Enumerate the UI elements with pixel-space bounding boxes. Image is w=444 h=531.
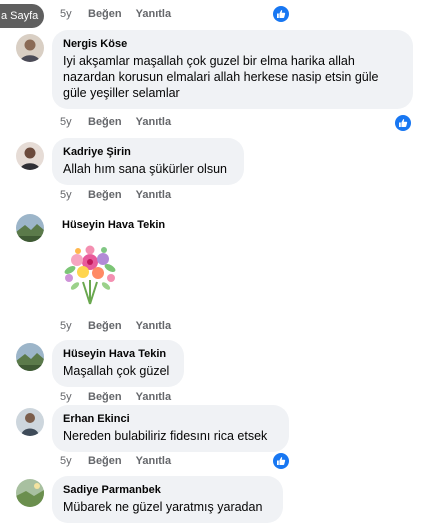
comment-age[interactable]: 5y xyxy=(60,320,88,332)
like-link[interactable]: Beğen xyxy=(88,320,122,332)
like-link[interactable]: Beğen xyxy=(88,116,122,128)
like-link[interactable]: Beğen xyxy=(88,391,122,403)
comment-text: Iyi akşamlar maşallah çok guzel bir elma… xyxy=(63,54,379,100)
reply-link[interactable]: Yanıtla xyxy=(136,189,171,201)
comment-author[interactable]: Nergis Köse xyxy=(63,37,402,51)
comment-author[interactable]: Hüseyin Hava Tekin xyxy=(62,219,165,231)
comment-bubble: Kadriye Şirin Allah hım sana şükürler ol… xyxy=(52,138,244,185)
comment-age[interactable]: 5y xyxy=(60,8,88,20)
thumbs-up-icon xyxy=(399,119,408,127)
comment-author[interactable]: Erhan Ekinci xyxy=(63,412,278,426)
like-link[interactable]: Beğen xyxy=(88,189,122,201)
avatar[interactable] xyxy=(16,214,44,242)
comment-author[interactable]: Hüseyin Hava Tekin xyxy=(63,347,173,361)
comment-author[interactable]: Sadiye Parmanbek xyxy=(63,483,272,497)
flower-bouquet-sticker xyxy=(50,242,130,306)
comment-text: Nereden bulabiliriz fidesını rica etsek xyxy=(63,429,268,443)
comment-actions: 5y Beğen Yanıtla xyxy=(60,389,185,405)
avatar[interactable] xyxy=(16,343,44,371)
comment-bubble: Sadiye Parmanbek Mübarek ne güzel yaratm… xyxy=(52,476,283,523)
reply-link[interactable]: Yanıtla xyxy=(136,455,171,467)
comment-actions: 5y Beğen Yanıtla xyxy=(60,453,185,469)
page-label-text: a Sayfa xyxy=(1,10,39,22)
reply-link[interactable]: Yanıtla xyxy=(136,391,171,403)
comment-age[interactable]: 5y xyxy=(60,391,88,403)
avatar[interactable] xyxy=(16,408,44,436)
avatar[interactable] xyxy=(16,34,44,62)
like-reaction-badge[interactable] xyxy=(395,115,411,131)
comment-age[interactable]: 5y xyxy=(60,455,88,467)
reply-link[interactable]: Yanıtla xyxy=(136,320,171,332)
comment-actions: 5y Beğen Yanıtla xyxy=(60,6,185,22)
like-link[interactable]: Beğen xyxy=(88,455,122,467)
reply-link[interactable]: Yanıtla xyxy=(136,116,171,128)
like-link[interactable]: Beğen xyxy=(88,8,122,20)
page-label-pill[interactable]: a Sayfa xyxy=(0,4,44,28)
thumbs-up-icon xyxy=(277,10,286,18)
comment-actions: 5y Beğen Yanıtla xyxy=(60,187,185,203)
comment-actions: 5y Beğen Yanıtla xyxy=(60,114,185,130)
like-reaction-badge[interactable] xyxy=(273,6,289,22)
avatar[interactable] xyxy=(16,142,44,170)
comment-author[interactable]: Kadriye Şirin xyxy=(63,145,233,159)
thumbs-up-icon xyxy=(277,457,286,465)
comment-text: Allah hım sana şükürler olsun xyxy=(63,162,227,176)
reply-link[interactable]: Yanıtla xyxy=(136,8,171,20)
comment-text: Mübarek ne güzel yaratmış yaradan xyxy=(63,500,263,514)
comment-bubble: Erhan Ekinci Nereden bulabiliriz fidesın… xyxy=(52,405,289,452)
comment-age[interactable]: 5y xyxy=(60,189,88,201)
comment-bubble: Nergis Köse Iyi akşamlar maşallah çok gu… xyxy=(52,30,413,109)
like-reaction-badge[interactable] xyxy=(273,453,289,469)
avatar[interactable] xyxy=(16,479,44,507)
comment-actions: 5y Beğen Yanıtla xyxy=(60,318,185,334)
comment-age[interactable]: 5y xyxy=(60,116,88,128)
comment-bubble: Hüseyin Hava Tekin Maşallah çok güzel xyxy=(52,340,184,387)
comment-text: Maşallah çok güzel xyxy=(63,364,170,378)
